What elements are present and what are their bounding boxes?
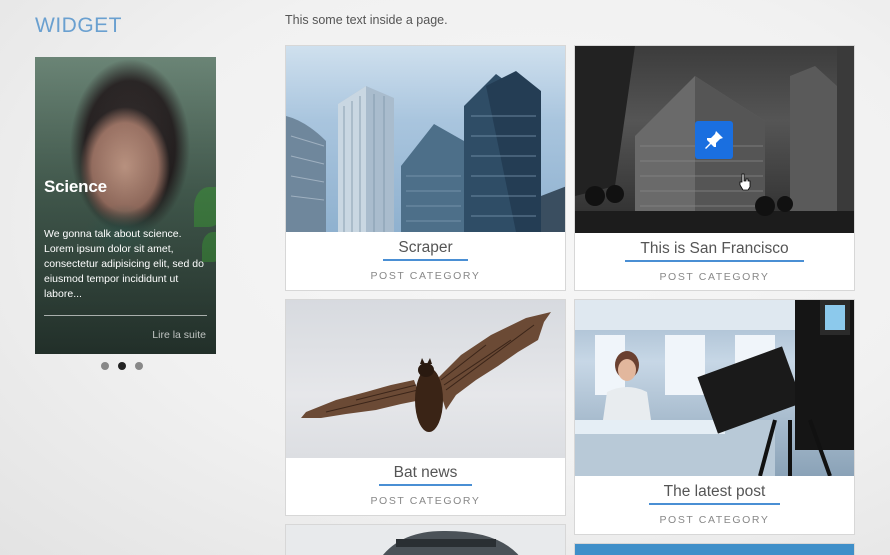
post-card-san-francisco[interactable]: This is San Francisco POST CATEGORY: [574, 45, 855, 291]
san-francisco-photo[interactable]: [575, 46, 854, 233]
post-card-partial[interactable]: [574, 543, 855, 555]
slide-body: We gonna talk about science. Lorem ipsum…: [44, 228, 204, 300]
hand-cursor-icon: [739, 173, 751, 191]
bat-photo[interactable]: [286, 300, 565, 458]
skyscraper-photo[interactable]: [286, 46, 565, 232]
leaf-decoration: [194, 187, 216, 227]
post-title[interactable]: Scraper: [286, 239, 565, 261]
widget-title: WIDGET: [35, 14, 122, 37]
post-category[interactable]: POST CATEGORY: [575, 271, 854, 283]
slide-divider: [44, 315, 207, 316]
news-studio-photo[interactable]: [575, 300, 854, 476]
post-title-text[interactable]: Scraper: [383, 239, 468, 261]
pin-button[interactable]: [695, 121, 733, 159]
post-title[interactable]: This is San Francisco: [575, 240, 854, 262]
post-card-partial[interactable]: [285, 524, 566, 555]
post-title[interactable]: Bat news: [286, 464, 565, 486]
car-photo: [286, 525, 565, 555]
slider-dot-2[interactable]: [118, 362, 126, 370]
slider-dot-1[interactable]: [101, 362, 109, 370]
post-card-latest-post[interactable]: The latest post POST CATEGORY: [574, 299, 855, 535]
slide-title: Science: [44, 177, 107, 196]
post-title-text[interactable]: The latest post: [648, 483, 781, 505]
post-category[interactable]: POST CATEGORY: [575, 514, 854, 526]
science-slider[interactable]: Science We gonna talk about science. Lor…: [35, 57, 216, 354]
post-card-bat-news[interactable]: Bat news POST CATEGORY: [285, 299, 566, 516]
slider-dot-3[interactable]: [135, 362, 143, 370]
post-category[interactable]: POST CATEGORY: [286, 270, 565, 282]
slider-pagination: [101, 362, 143, 370]
read-more-link[interactable]: Lire la suite: [152, 329, 206, 341]
post-title[interactable]: The latest post: [575, 483, 854, 505]
pin-icon: [705, 131, 723, 149]
post-card-scraper[interactable]: Scraper POST CATEGORY: [285, 45, 566, 291]
post-title-text[interactable]: This is San Francisco: [625, 240, 804, 262]
post-category[interactable]: POST CATEGORY: [286, 495, 565, 507]
intro-text: This some text inside a page.: [285, 13, 448, 27]
post-title-text[interactable]: Bat news: [378, 464, 473, 486]
